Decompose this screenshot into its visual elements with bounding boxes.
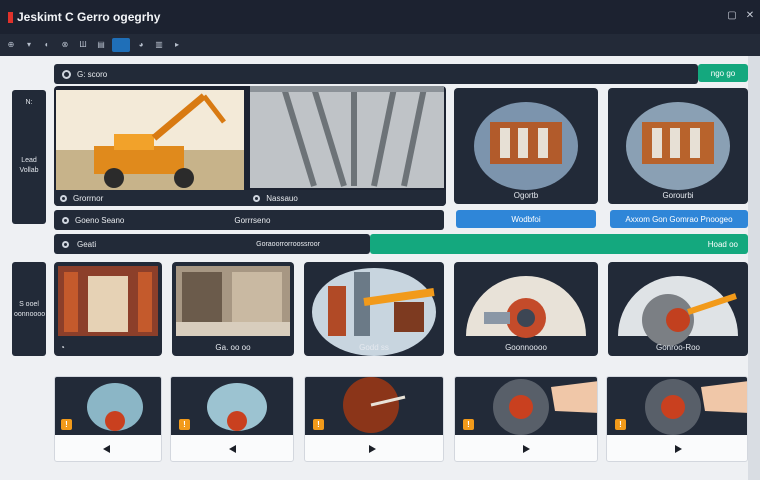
toolbar-item[interactable]: ◕: [134, 38, 148, 52]
info-icon[interactable]: [60, 194, 67, 202]
video-thumbnail: [305, 377, 443, 435]
turbine-card[interactable]: Gonroo-Roo: [608, 262, 748, 356]
photo-caption: Grorrnor: [73, 193, 104, 203]
card-caption: Goonnoooo: [505, 343, 547, 352]
toolbar: ⊕ ▾ ◐ ⊗ Ш ▤ ◕ ▥ ▸: [0, 34, 760, 56]
card-caption: Ga. oo oo: [215, 343, 251, 352]
toolbar-item[interactable]: ▾: [22, 38, 36, 52]
card-button[interactable]: Axxom Gon Gomrao Pnoogeo: [610, 210, 748, 228]
sub-bar-label: Goeno Seano: [75, 215, 125, 225]
play-icon[interactable]: [229, 445, 236, 453]
video-tile-3[interactable]: !: [304, 376, 444, 462]
section-badge[interactable]: ngo go: [698, 64, 748, 82]
sub-bar-value: Gorrrseno: [234, 215, 271, 225]
interior-card-1[interactable]: ◔: [54, 262, 162, 356]
machine-card-1[interactable]: Ogortb: [454, 88, 598, 204]
media-caption-bar: Grorrnor Nassauo: [54, 190, 446, 206]
video-thumbnail: [607, 377, 747, 435]
progress-bar: Hoad oo: [370, 234, 748, 254]
app-logo: [8, 11, 13, 23]
toolbar-item[interactable]: Ш: [76, 38, 90, 52]
warning-icon: !: [61, 419, 72, 430]
video-tile-4[interactable]: !: [454, 376, 598, 462]
section-label: G: scoro: [77, 69, 108, 79]
card-caption: Gorourbi: [662, 191, 694, 200]
progress-label: Hoad oo: [707, 239, 738, 249]
toolbar-item[interactable]: ⊕: [4, 38, 18, 52]
interior-thumbnail: [176, 266, 290, 336]
warning-icon: !: [179, 419, 190, 430]
pipe-thumbnail: [312, 268, 436, 356]
maximize-icon[interactable]: ▢: [726, 10, 738, 22]
toolbar-item[interactable]: ▤: [94, 38, 108, 52]
warning-icon: !: [313, 419, 324, 430]
valve-thumbnail: [466, 276, 586, 338]
video-thumbnail: [455, 377, 597, 435]
photo-caption: Nassauo: [266, 193, 298, 203]
side-panel-1[interactable]: N: Lead Vollab: [12, 90, 46, 224]
warning-icon: !: [463, 419, 474, 430]
interior-thumbnail: [58, 266, 158, 336]
card-caption: Godd ss: [359, 343, 389, 352]
section-label: Geati: [77, 239, 97, 249]
info-icon[interactable]: [253, 194, 261, 202]
card-caption: Gonroo-Roo: [655, 343, 701, 352]
machine-thumbnail: [474, 102, 578, 190]
play-icon[interactable]: [675, 445, 682, 453]
side-panel-2[interactable]: S ooel oonnoooo: [12, 262, 46, 356]
media-card-large[interactable]: Grorrnor Nassauo: [54, 86, 446, 206]
play-icon[interactable]: [523, 445, 530, 453]
section-subtitle: Goraoorrorroossroor: [256, 240, 320, 248]
close-icon[interactable]: ✕: [744, 10, 756, 22]
window-title: Jeskimt C Gerro ogegrhy: [8, 10, 160, 24]
play-icon[interactable]: [103, 445, 110, 453]
sub-bar: Goeno Seano Gorrrseno: [54, 210, 444, 230]
section-header-2: Geati Goraoorrorroossroor: [54, 234, 370, 254]
toolbar-item[interactable]: ▥: [152, 38, 166, 52]
machine-thumbnail: [626, 102, 730, 190]
eye-icon[interactable]: [62, 216, 69, 224]
interior-card-2[interactable]: Ga. oo oo: [172, 262, 294, 356]
toolbar-item[interactable]: ◐: [40, 38, 54, 52]
scrollbar[interactable]: [748, 56, 760, 480]
card-button[interactable]: Wodbfoi: [456, 210, 596, 228]
turbine-thumbnail: [618, 276, 738, 346]
card-caption: Ogortb: [513, 191, 539, 200]
video-tile-2[interactable]: !: [170, 376, 294, 462]
toolbar-item[interactable]: ⊗: [58, 38, 72, 52]
machine-card-2[interactable]: Gorourbi: [608, 88, 748, 204]
section-header-1: G: scoro: [54, 64, 698, 84]
video-tile-1[interactable]: !: [54, 376, 162, 462]
eye-icon[interactable]: [62, 69, 71, 79]
construction-photo: [56, 86, 444, 190]
warning-icon: !: [615, 419, 626, 430]
play-icon[interactable]: [369, 445, 376, 453]
valve-card[interactable]: Goonnoooo: [454, 262, 598, 356]
pipe-card[interactable]: Godd ss: [304, 262, 444, 356]
video-tile-5[interactable]: !: [606, 376, 748, 462]
toolbar-item[interactable]: ▸: [170, 38, 184, 52]
eye-icon[interactable]: [62, 240, 69, 248]
toolbar-item-active[interactable]: [112, 38, 130, 52]
title-bar: Jeskimt C Gerro ogegrhy ▢ ✕: [0, 0, 760, 34]
card-caption-icon: ◔: [60, 343, 65, 352]
